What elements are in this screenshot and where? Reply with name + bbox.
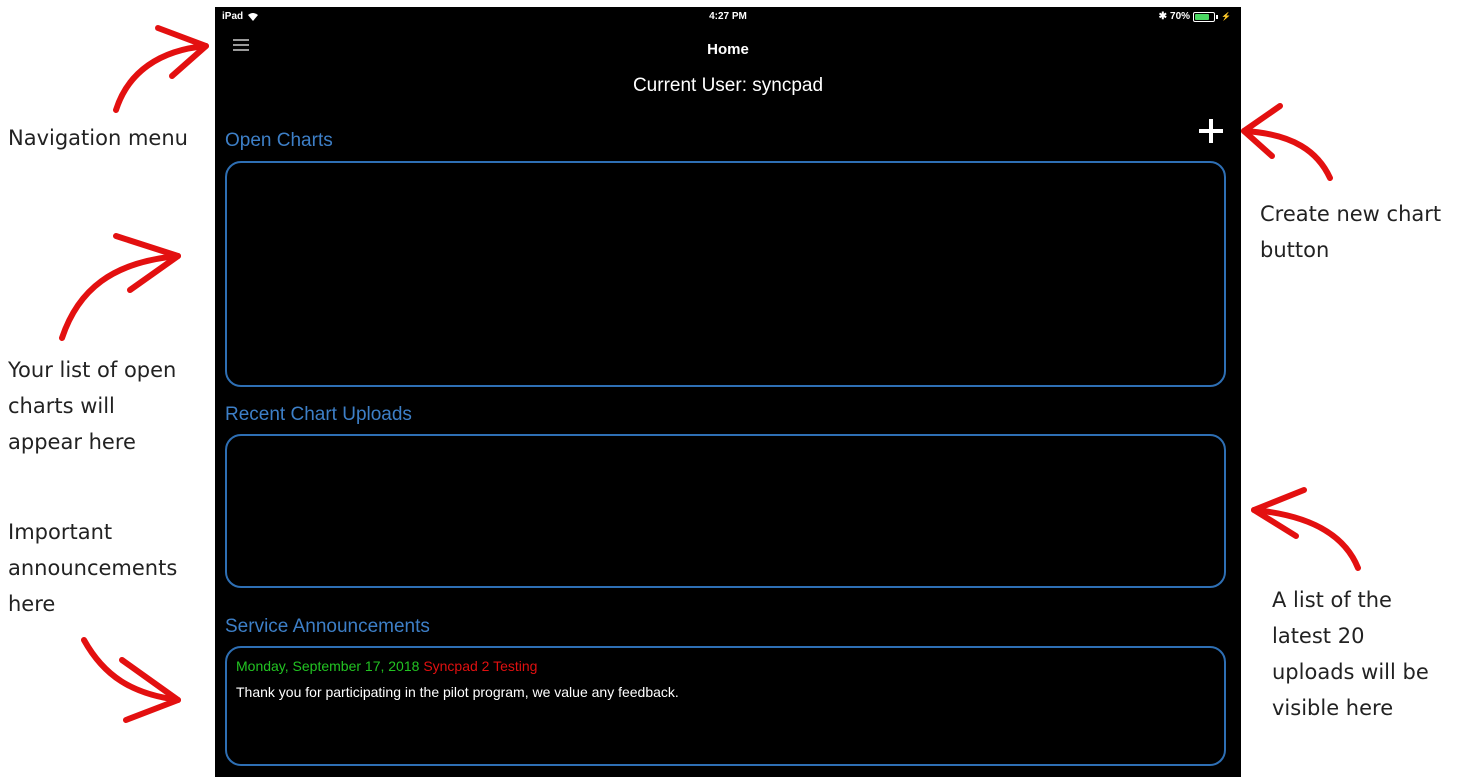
arrowhead-announcements: [119, 657, 181, 723]
annotation-arrows: [59, 25, 1361, 723]
arrow-create-button: [1241, 128, 1333, 181]
